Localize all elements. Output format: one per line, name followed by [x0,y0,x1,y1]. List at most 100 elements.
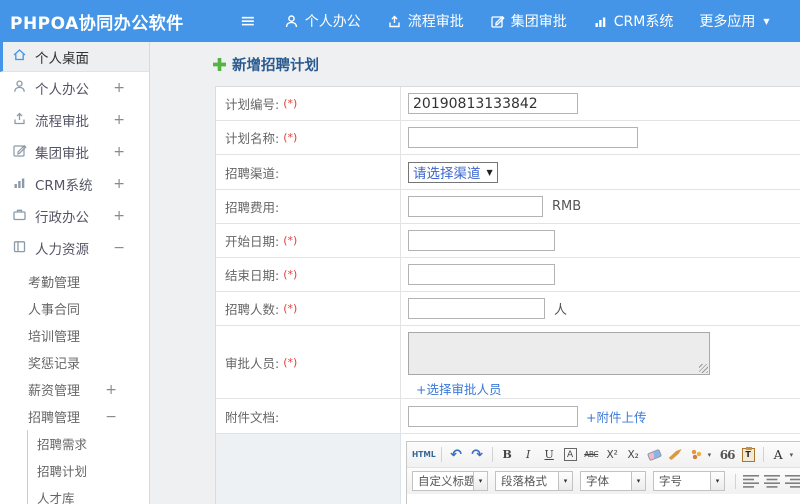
paragraph-format-dropdown[interactable]: 段落格式 ▾ [495,471,573,491]
caret-down-icon: ▼ [763,16,770,26]
subscript-button[interactable]: X₂ [624,445,643,464]
top-navigation-bar: PHPOA协同办公软件 ≡ 个人办公 流程审批 集团审批 CRM系统 更多应用 … [0,0,800,42]
expand-plus-icon[interactable]: + [113,112,125,128]
editor-content-area[interactable] [407,494,800,504]
top-menu-label: 集团审批 [510,14,567,30]
sidebar-item-personal-office[interactable]: 个人办公 + [0,72,149,104]
expand-plus-icon[interactable]: + [113,80,125,96]
sidebar-item-attendance[interactable]: 考勤管理 [0,268,149,295]
editor-toolbar-row1: HTML ↶ ↷ B I U A ABC X² X₂ ▾ 66 T A ▾ [407,442,800,468]
top-menu-label: 更多应用 [699,14,756,30]
sidebar-item-workflow-approval[interactable]: 流程审批 + [0,104,149,136]
font-family-dropdown[interactable]: 字体 ▾ [580,471,646,491]
align-right-icon[interactable] [783,472,800,491]
top-menu: 个人办公 流程审批 集团审批 CRM系统 更多应用 ▼ [284,11,796,31]
top-menu-crm[interactable]: CRM系统 [593,11,674,31]
hamburger-menu-icon[interactable]: ≡ [240,11,256,31]
html-source-button[interactable]: HTML [412,445,436,464]
italic-button[interactable]: I [519,445,538,464]
sidebar-item-recruit-demand[interactable]: 招聘需求 [28,430,149,457]
attachment-upload-link[interactable]: +附件上传 [586,407,646,426]
sidebar-item-recruit-plan[interactable]: 招聘计划 [28,457,149,484]
attachment-input[interactable] [408,405,578,427]
undo-icon[interactable]: ↶ [447,445,466,464]
main-content: 新增招聘计划 计划编号:(*) 计划名称:(*) 招聘渠道: 请选择渠道 ▼ 招… [150,42,800,504]
headcount-input[interactable] [408,298,545,319]
redo-icon[interactable]: ↷ [468,445,487,464]
caret-down-icon: ▼ [486,167,493,177]
select-approvers-link[interactable]: +选择审批人员 [416,379,501,398]
expand-plus-icon[interactable]: + [113,208,125,224]
plan-no-input[interactable] [408,93,578,114]
form-row-end-date: 结束日期: (*) [216,258,800,292]
sidebar-item-rewards[interactable]: 奖惩记录 [0,349,149,376]
end-date-input[interactable] [408,264,555,285]
fee-input[interactable] [408,196,543,217]
caret-down-icon[interactable]: ▾ [708,451,716,459]
sidebar-item-salary[interactable]: 薪资管理 + [0,376,149,403]
sidebar-item-hr-contract[interactable]: 人事合同 [0,295,149,322]
expand-plus-icon[interactable]: + [105,382,117,398]
sidebar-hr-submenu: 考勤管理 人事合同 培训管理 奖惩记录 薪资管理 + 招聘管理 − 招聘需求 招聘计… [0,264,149,504]
sidebar-item-label: 招聘需求 [37,437,88,452]
fee-label: 招聘费用: [225,200,280,215]
eraser-icon[interactable] [645,445,664,464]
sidebar-item-human-resources[interactable]: 人力资源 − [0,232,149,264]
fee-unit: RMB [552,199,582,214]
sidebar-item-group-approval[interactable]: 集团审批 + [0,136,149,168]
form-row-editor: HTML ↶ ↷ B I U A ABC X² X₂ ▾ 66 T A ▾ 自定… [216,434,800,504]
approvers-label: 审批人员: [225,355,280,371]
plan-name-input[interactable] [408,127,638,148]
underline-button[interactable]: U [540,445,559,464]
bold-button[interactable]: B [498,445,517,464]
sidebar-item-recruit-mgmt[interactable]: 招聘管理 − [0,403,149,430]
format-brush-icon[interactable] [666,445,685,464]
blockquote-button[interactable]: 66 [718,445,737,464]
top-menu-more-apps[interactable]: 更多应用 ▼ [699,11,769,31]
caret-down-icon: ▾ [711,471,725,491]
custom-title-dropdown[interactable]: 自定义标题 ▾ [412,471,488,491]
strikethrough-button[interactable]: ABC [582,445,601,464]
sidebar-item-talent-pool[interactable]: 人才库 [28,484,149,504]
font-size-dropdown[interactable]: 字号 ▾ [653,471,725,491]
toolbar-separator [762,447,764,462]
font-color-button[interactable]: A [769,445,788,464]
sidebar-item-personal-desktop[interactable]: 个人桌面 [0,42,149,72]
collapse-minus-icon[interactable]: − [105,409,117,425]
align-center-icon[interactable] [762,472,781,491]
top-menu-group-approval[interactable]: 集团审批 [490,11,567,31]
top-menu-workflow-approval[interactable]: 流程审批 [387,11,464,31]
spray-format-icon[interactable] [687,445,706,464]
start-date-input[interactable] [408,230,555,251]
form-row-plan-no: 计划编号: (*) [216,87,800,121]
caret-down-icon[interactable]: ▾ [790,451,798,459]
bar-chart-icon [12,175,35,194]
required-mark: (*) [283,302,298,315]
collapse-minus-icon[interactable]: − [113,240,125,256]
approvers-textarea[interactable] [408,332,710,375]
edit-square-icon [12,143,35,162]
sidebar-item-training[interactable]: 培训管理 [0,322,149,349]
rich-text-editor: HTML ↶ ↷ B I U A ABC X² X₂ ▾ 66 T A ▾ 自定… [406,441,800,504]
expand-plus-icon[interactable]: + [113,176,125,192]
form-row-start-date: 开始日期: (*) [216,224,800,258]
autotypeset-button[interactable]: A [563,448,577,461]
channel-select[interactable]: 请选择渠道 ▼ [408,161,498,183]
expand-plus-icon[interactable]: + [113,144,125,160]
paste-text-icon[interactable]: T [739,445,758,464]
page-title: 新增招聘计划 [213,54,319,75]
align-left-icon[interactable] [741,472,760,491]
sidebar-item-crm[interactable]: CRM系统 + [0,168,149,200]
form-row-channel: 招聘渠道: 请选择渠道 ▼ [216,155,800,190]
required-mark: (*) [283,234,298,247]
sidebar-item-label: 奖惩记录 [28,357,81,372]
start-date-label: 开始日期: [225,234,280,249]
edit-square-icon [490,14,505,29]
superscript-button[interactable]: X² [603,445,622,464]
workflow-icon [387,14,402,29]
sidebar-item-admin-office[interactable]: 行政办公 + [0,200,149,232]
toolbar-separator [491,447,493,462]
top-menu-personal-office[interactable]: 个人办公 [284,11,361,31]
top-menu-label: CRM系统 [613,14,674,30]
add-plus-icon [213,58,226,71]
